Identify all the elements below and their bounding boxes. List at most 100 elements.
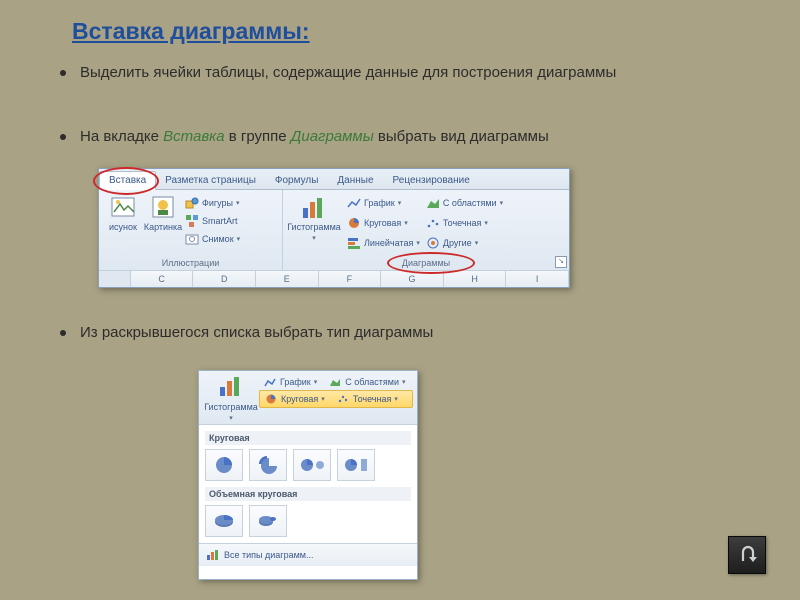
pie-3d-grid xyxy=(205,505,411,537)
tab-review[interactable]: Рецензирование xyxy=(384,172,480,189)
group-charts-label: Диаграммы xyxy=(283,258,569,268)
shapes-label: Фигуры xyxy=(202,198,233,208)
u-turn-arrow-icon xyxy=(735,543,759,567)
pie-chart-icon xyxy=(264,392,278,406)
picture-button[interactable]: исунок xyxy=(103,194,143,232)
bullet-dot-icon xyxy=(60,330,66,336)
picture-label: исунок xyxy=(109,222,137,232)
line-chart-button[interactable]: График▾ С областями▾ xyxy=(259,374,413,390)
bullet-2-text: На вкладке Вставка в группе Диаграммы вы… xyxy=(80,128,549,145)
pie-chart-button-active[interactable]: Круговая▾ Точечная▾ xyxy=(259,390,413,408)
tab-data[interactable]: Данные xyxy=(328,172,383,189)
scatter-chart-label: Точечная xyxy=(443,218,482,228)
line-chart-icon xyxy=(263,375,277,389)
scatter-chart-icon xyxy=(336,392,350,406)
group-illustrations-label: Иллюстрации xyxy=(99,258,282,268)
all-chart-types-button[interactable]: Все типы диаграмм... xyxy=(199,543,417,566)
other-charts-label: Другие xyxy=(443,238,472,248)
group-charts: Гистограмма ▾ График▾ Круговая▾ Линейчат… xyxy=(283,190,569,270)
col-header[interactable]: I xyxy=(506,271,569,287)
area-chart-button[interactable]: С областями▾ xyxy=(426,194,503,212)
section-pie-3d: Объемная круговая xyxy=(205,487,411,501)
clipart-icon xyxy=(150,194,176,220)
emphasis-insert: Вставка xyxy=(163,128,224,145)
bar-chart-icon xyxy=(347,236,361,250)
column-chart-button[interactable]: Гистограмма ▾ xyxy=(203,374,259,424)
screenshot-icon xyxy=(185,232,199,246)
pie-chart-label: Круговая xyxy=(281,394,318,404)
pie-chart-button[interactable]: Круговая▾ xyxy=(347,214,420,232)
picture-icon xyxy=(110,194,136,220)
dropdown-body: Круговая Объемная круговая xyxy=(199,425,417,537)
bullet-dot-icon xyxy=(60,70,66,76)
tab-formulas[interactable]: Формулы xyxy=(266,172,329,189)
text-fragment: в группе xyxy=(225,128,291,145)
section-pie-2d: Круговая xyxy=(205,431,411,445)
bullet-dot-icon xyxy=(60,134,66,140)
ribbon-screenshot: Вставка Разметка страницы Формулы Данные… xyxy=(98,168,570,288)
column-chart-button[interactable]: Гистограмма ▾ xyxy=(287,194,341,252)
column-headers: C D E F G H I xyxy=(99,270,569,287)
shapes-button[interactable]: Фигуры▾ xyxy=(185,194,240,212)
other-charts-button[interactable]: Другие▾ xyxy=(426,234,503,252)
ribbon-body: исунок Картинка Фигуры▾ SmartArt xyxy=(99,190,569,270)
area-chart-label: С областями xyxy=(345,377,399,387)
text-fragment: выбрать вид диаграммы xyxy=(374,128,549,145)
area-chart-icon xyxy=(426,196,440,210)
line-chart-label: График xyxy=(364,198,395,208)
pie-type-of-pie[interactable] xyxy=(293,449,331,481)
smartart-icon xyxy=(185,214,199,228)
scatter-chart-label: Точечная xyxy=(353,394,392,404)
clipart-button[interactable]: Картинка xyxy=(143,194,183,232)
pie-type-bar-of-pie[interactable] xyxy=(337,449,375,481)
pie3d-type-1[interactable] xyxy=(205,505,243,537)
other-charts-icon xyxy=(426,236,440,250)
page-title: Вставка диаграммы: xyxy=(72,18,310,45)
bullet-3-text: Из раскрывшегося списка выбрать тип диаг… xyxy=(80,324,433,341)
bar-chart-button[interactable]: Линейчатая▾ xyxy=(347,234,420,252)
scatter-chart-icon xyxy=(426,216,440,230)
pie-chart-icon xyxy=(347,216,361,230)
pie-2d-grid xyxy=(205,449,411,481)
bar-chart-label: Линейчатая xyxy=(364,238,413,248)
line-chart-icon xyxy=(347,196,361,210)
bullet-3: Из раскрывшегося списка выбрать тип диаг… xyxy=(60,324,433,341)
line-chart-label: График xyxy=(280,377,311,387)
col-header[interactable]: F xyxy=(319,271,382,287)
col-corner xyxy=(99,271,131,287)
column-chart-icon xyxy=(218,374,244,400)
tab-insert[interactable]: Вставка xyxy=(99,171,156,190)
all-charts-icon xyxy=(205,548,219,562)
ribbon-tabs: Вставка Разметка страницы Формулы Данные… xyxy=(99,169,569,190)
text-fragment: На вкладке xyxy=(80,128,163,145)
scatter-chart-button[interactable]: Точечная▾ xyxy=(426,214,503,232)
column-chart-icon xyxy=(301,194,327,220)
col-header[interactable]: D xyxy=(193,271,256,287)
clipart-label: Картинка xyxy=(144,222,182,232)
area-chart-label: С областями xyxy=(443,198,497,208)
shapes-icon xyxy=(185,196,199,210)
col-header[interactable]: G xyxy=(381,271,444,287)
column-chart-label: Гистограмма xyxy=(287,222,341,232)
pie-chart-label: Круговая xyxy=(364,218,401,228)
smartart-button[interactable]: SmartArt xyxy=(185,212,240,230)
bullet-1-text: Выделить ячейки таблицы, содержащие данн… xyxy=(80,64,616,81)
tab-page-layout[interactable]: Разметка страницы xyxy=(156,172,266,189)
screenshot-button[interactable]: Снимок▾ xyxy=(185,230,240,248)
col-header[interactable]: C xyxy=(131,271,194,287)
col-header[interactable]: E xyxy=(256,271,319,287)
dropdown-ribbon-strip: Гистограмма ▾ График▾ С областями▾ Круго… xyxy=(199,371,417,425)
col-header[interactable]: H xyxy=(444,271,507,287)
smartart-label: SmartArt xyxy=(202,216,238,226)
bullet-2: На вкладке Вставка в группе Диаграммы вы… xyxy=(60,128,549,145)
nav-back-button[interactable] xyxy=(728,536,766,574)
group-illustrations: исунок Картинка Фигуры▾ SmartArt xyxy=(99,190,283,270)
pie-type-1[interactable] xyxy=(205,449,243,481)
dialog-launcher-icon[interactable]: ↘ xyxy=(555,256,567,268)
pie-dropdown-screenshot: Гистограмма ▾ График▾ С областями▾ Круго… xyxy=(198,370,418,580)
area-chart-icon xyxy=(328,375,342,389)
column-chart-label: Гистограмма xyxy=(204,402,258,412)
line-chart-button[interactable]: График▾ xyxy=(347,194,420,212)
pie-type-exploded[interactable] xyxy=(249,449,287,481)
pie3d-type-exploded[interactable] xyxy=(249,505,287,537)
